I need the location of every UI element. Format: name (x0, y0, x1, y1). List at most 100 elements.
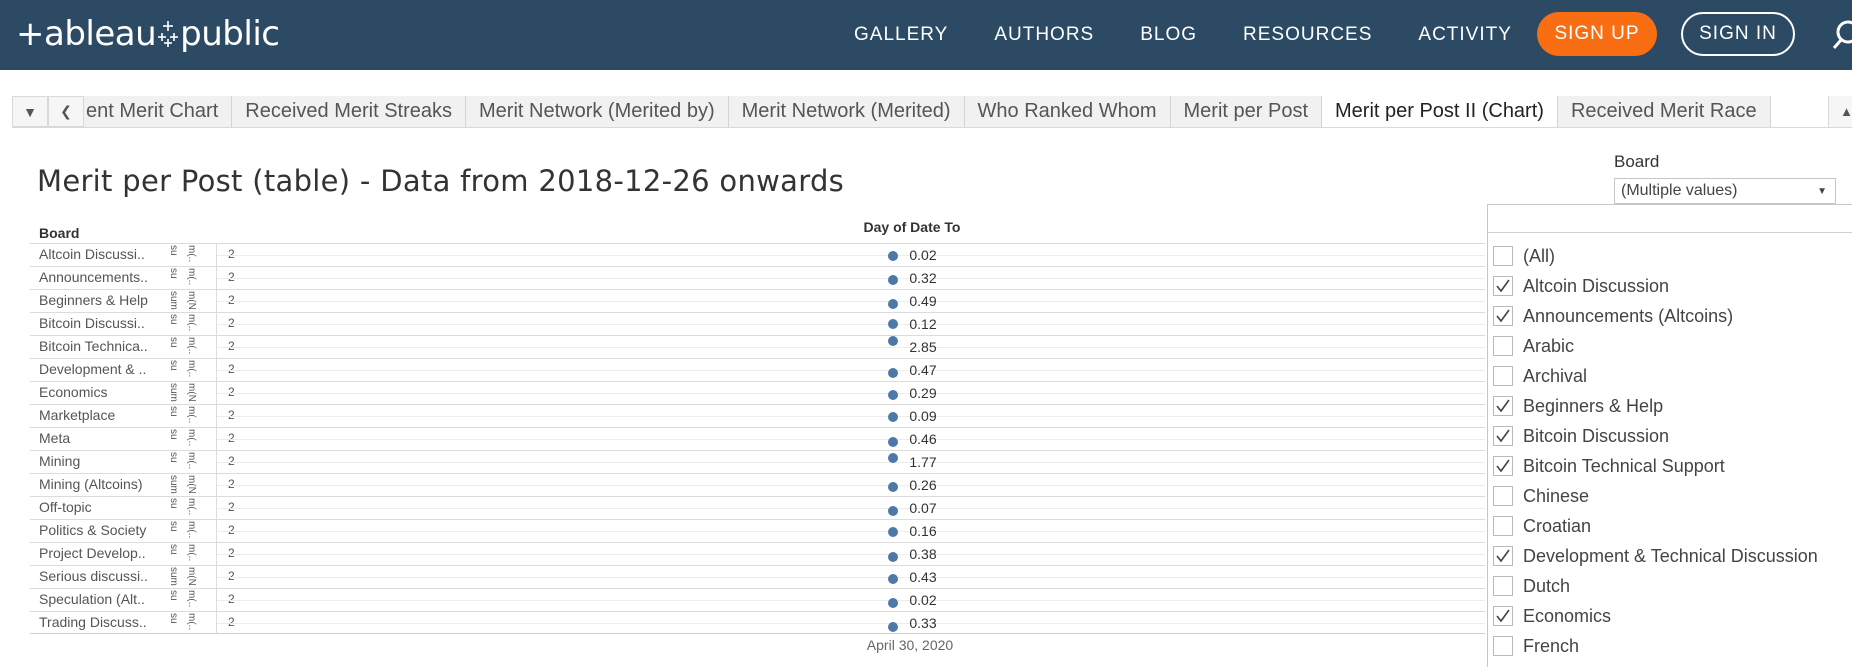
tableau-public-logo[interactable]: +ableau public (16, 10, 280, 58)
measure-label-merit: m(.. (186, 613, 197, 631)
filter-checkbox[interactable] (1493, 486, 1513, 506)
tab-list-dropdown[interactable]: ▼ (12, 96, 48, 127)
table-row: Mining su m(.. 2 1.77 (30, 450, 1485, 473)
row-plot-area: 0.46 (217, 428, 1485, 450)
merit-per-post-value: 0.02 (909, 247, 937, 263)
filter-checkbox[interactable] (1493, 606, 1513, 626)
board-label[interactable]: Mining (39, 453, 164, 469)
gridline (217, 324, 1485, 325)
nav-link-gallery[interactable]: GALLERY (854, 24, 948, 46)
filter-checkbox[interactable] (1493, 276, 1513, 296)
filter-checkbox[interactable] (1493, 366, 1513, 386)
measure-label-merit: m(N.. (186, 383, 197, 403)
nav-link-authors[interactable]: AUTHORS (994, 24, 1094, 46)
board-filter-search-input[interactable] (1488, 205, 1852, 233)
board-label[interactable]: Politics & Society (39, 522, 164, 538)
filter-checkbox[interactable] (1493, 246, 1513, 266)
sign-up-button[interactable]: SIGN UP (1537, 12, 1657, 56)
tab-scroll-left[interactable]: ❮ (48, 96, 84, 127)
board-filter-option[interactable]: Bitcoin Discussion (1493, 421, 1818, 451)
sheet-tab[interactable]: Merit Network (Merited by) (466, 96, 729, 127)
table-row: Politics & Society su m(.. 2 0.16 (30, 519, 1485, 542)
board-filter-option[interactable]: Economics (1493, 601, 1818, 631)
measure-label-merit: m(.. (186, 406, 197, 424)
board-label[interactable]: Mining (Altcoins) (39, 476, 164, 492)
nav-link-blog[interactable]: BLOG (1140, 24, 1197, 46)
tab-scroll-up[interactable]: ▲ (1828, 96, 1852, 127)
table-row: Beginners & Help sum m(N.. 2 0.49 (30, 289, 1485, 312)
board-label[interactable]: Announcements.. (39, 269, 164, 285)
board-label[interactable]: Speculation (Alt.. (39, 591, 164, 607)
board-filter-option[interactable]: Chinese (1493, 481, 1818, 511)
board-label[interactable]: Off-topic (39, 499, 164, 515)
sheet-tab[interactable]: ent Merit Chart (84, 96, 233, 127)
board-filter-option[interactable]: Bitcoin Technical Support (1493, 451, 1818, 481)
board-label[interactable]: Development & .. (39, 361, 164, 377)
filter-checkbox[interactable] (1493, 336, 1513, 356)
table-row: Marketplace su m(.. 2 0.09 (30, 404, 1485, 427)
filter-checkbox[interactable] (1493, 546, 1513, 566)
caret-up-icon: ▲ (1840, 104, 1852, 119)
board-filter-option[interactable]: Beginners & Help (1493, 391, 1818, 421)
board-filter-option[interactable]: Archival (1493, 361, 1818, 391)
sheet-tab[interactable]: Merit per Post (1170, 96, 1322, 127)
merit-per-post-value: 0.12 (909, 316, 937, 332)
date-column-header[interactable]: Day of Date To (812, 219, 1012, 235)
board-filter-value: (Multiple values) (1621, 182, 1738, 199)
row-plot-area: 0.43 (217, 566, 1485, 588)
filter-option-label: Altcoin Discussion (1523, 275, 1670, 296)
sign-in-button[interactable]: SIGN IN (1681, 12, 1795, 56)
sheet-tab[interactable]: Who Ranked Whom (964, 96, 1171, 127)
measure-label-sum: su (168, 498, 179, 509)
search-icon[interactable] (1832, 18, 1852, 52)
board-label[interactable]: Marketplace (39, 407, 164, 423)
board-label[interactable]: Bitcoin Discussi.. (39, 315, 164, 331)
board-filter-dropdown[interactable]: (Multiple values) ▼ (1614, 178, 1836, 204)
nav-link-resources[interactable]: RESOURCES (1243, 24, 1372, 46)
gridline (217, 623, 1485, 624)
board-label[interactable]: Serious discussi.. (39, 568, 164, 584)
board-filter-option[interactable]: Arabic (1493, 331, 1818, 361)
board-label[interactable]: Meta (39, 430, 164, 446)
board-filter-option[interactable]: French (1493, 631, 1818, 661)
filter-checkbox[interactable] (1493, 396, 1513, 416)
filter-checkbox[interactable] (1493, 576, 1513, 596)
board-filter-option[interactable]: (All) (1493, 241, 1818, 271)
merit-table: Altcoin Discussi.. su m(.. 2 0.02 Announcemen… (30, 243, 1485, 634)
measure-label-merit: m(.. (186, 268, 197, 286)
row-plot-area: 0.02 (217, 589, 1485, 611)
filter-option-label: (All) (1523, 245, 1555, 266)
merit-per-post-value: 0.02 (909, 592, 937, 608)
filter-checkbox[interactable] (1493, 426, 1513, 446)
board-column-header[interactable]: Board (39, 225, 79, 241)
filter-checkbox[interactable] (1493, 306, 1513, 326)
caret-down-icon: ▼ (23, 103, 37, 120)
gridline (217, 393, 1485, 394)
board-label[interactable]: Economics (39, 384, 164, 400)
filter-checkbox[interactable] (1493, 516, 1513, 536)
board-label[interactable]: Project Develop.. (39, 545, 164, 561)
measure-label-merit: m(.. (186, 245, 197, 263)
board-filter-option[interactable]: Altcoin Discussion (1493, 271, 1818, 301)
top-nav: +ableau public GALLERY AUTHORS BLOG RESO… (0, 0, 1852, 70)
chevron-left-icon: ❮ (60, 103, 72, 119)
nav-link-activity[interactable]: ACTIVITY (1418, 24, 1512, 46)
board-filter-option[interactable]: Announcements (Altcoins) (1493, 301, 1818, 331)
sheet-tab[interactable]: Merit per Post II (Chart) (1322, 96, 1558, 127)
board-label[interactable]: Altcoin Discussi.. (39, 246, 164, 262)
table-row: Off-topic su m(.. 2 0.07 (30, 496, 1485, 519)
board-label[interactable]: Bitcoin Technica.. (39, 338, 164, 354)
filter-option-label: French (1523, 635, 1580, 656)
board-filter-option[interactable]: Dutch (1493, 571, 1818, 601)
row-plot-area: 0.16 (217, 520, 1485, 542)
board-filter-option[interactable]: Croatian (1493, 511, 1818, 541)
board-label[interactable]: Trading Discuss.. (39, 614, 164, 630)
sheet-tab[interactable]: Received Merit Streaks (232, 96, 467, 127)
board-label[interactable]: Beginners & Help (39, 292, 164, 308)
filter-checkbox[interactable] (1493, 456, 1513, 476)
merit-per-post-value: 0.38 (909, 546, 937, 562)
sheet-tab[interactable]: Received Merit Race (1557, 96, 1771, 127)
sheet-tab[interactable]: Merit Network (Merited) (728, 96, 965, 127)
filter-checkbox[interactable] (1493, 636, 1513, 656)
board-filter-option[interactable]: Development & Technical Discussion (1493, 541, 1818, 571)
